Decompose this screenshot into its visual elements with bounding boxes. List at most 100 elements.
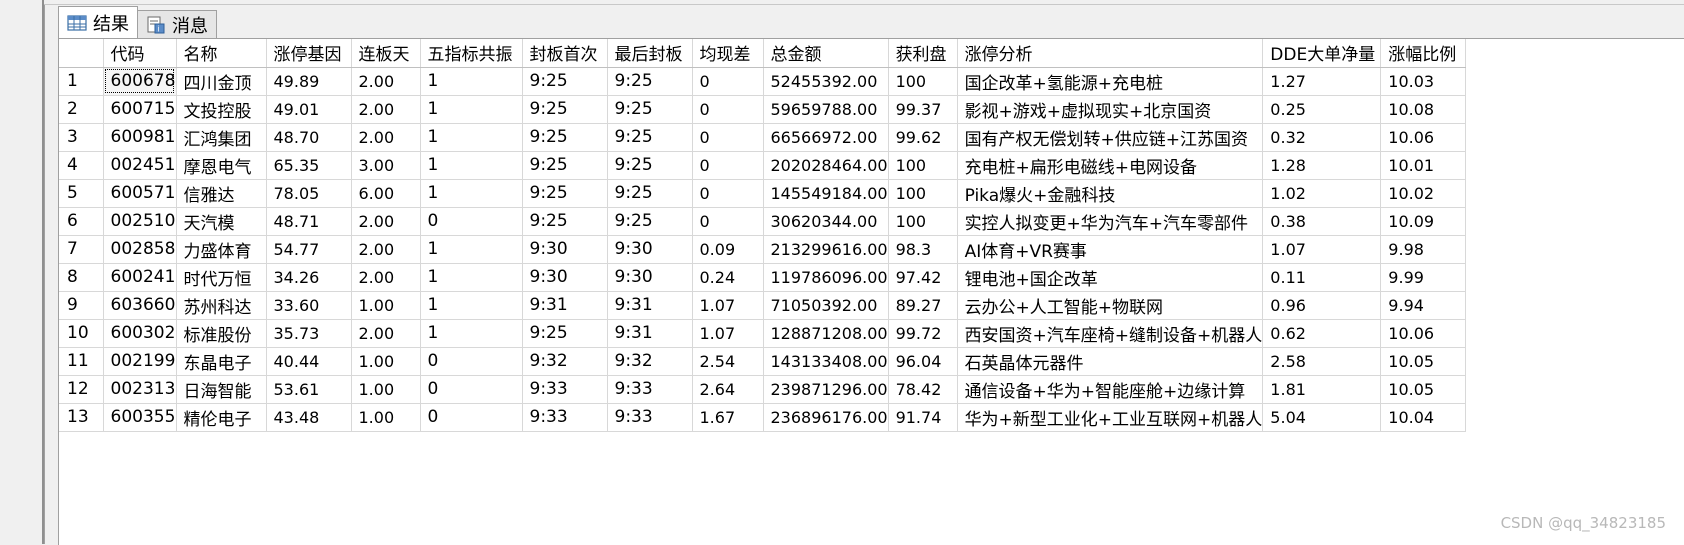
table-cell[interactable]: 52455392.00 xyxy=(763,67,889,96)
table-cell[interactable]: 锂电池+国企改革 xyxy=(957,263,1264,292)
table-cell[interactable]: 239871296.00 xyxy=(763,375,889,404)
table-cell[interactable]: 0 xyxy=(420,347,523,376)
table-cell[interactable]: 9:32 xyxy=(607,347,693,376)
table-row[interactable]: 13 600355 精伦电子 43.48 1.00 0 9:33 9:33 1.67 236896… xyxy=(59,403,1467,432)
table-cell[interactable]: 10.01 xyxy=(1380,151,1467,180)
table-cell[interactable]: 9:30 xyxy=(607,263,693,292)
table-cell[interactable]: 34.26 xyxy=(266,263,352,292)
table-cell[interactable]: 9:25 xyxy=(522,95,608,124)
table-cell[interactable]: 9:33 xyxy=(522,403,608,432)
column-header[interactable]: 代码 xyxy=(103,39,177,68)
table-cell[interactable]: 9:25 xyxy=(607,179,693,208)
table-cell[interactable]: 10.05 xyxy=(1380,375,1467,404)
table-cell[interactable]: 苏州科达 xyxy=(176,291,267,320)
table-cell[interactable]: 78.42 xyxy=(888,375,958,404)
table-cell[interactable]: 西安国资+汽车座椅+缝制设备+机器人 xyxy=(957,319,1264,348)
table-cell[interactable]: 1 xyxy=(420,151,523,180)
table-cell[interactable]: 1 xyxy=(420,67,523,96)
tab-results[interactable]: 结果 xyxy=(58,6,138,38)
table-cell[interactable]: 89.27 xyxy=(888,291,958,320)
table-cell[interactable]: 78.05 xyxy=(266,179,352,208)
table-cell[interactable]: 600355 xyxy=(103,403,177,432)
table-cell[interactable]: 信雅达 xyxy=(176,179,267,208)
table-cell[interactable]: 2.00 xyxy=(351,263,421,292)
row-number-cell[interactable]: 5 xyxy=(59,179,104,208)
table-cell[interactable]: 0 xyxy=(692,207,764,236)
table-cell[interactable]: 10.02 xyxy=(1380,179,1467,208)
table-cell[interactable]: 1 xyxy=(420,235,523,264)
table-cell[interactable]: 59659788.00 xyxy=(763,95,889,124)
table-cell[interactable]: 2.00 xyxy=(351,123,421,152)
table-cell[interactable]: 1 xyxy=(420,263,523,292)
row-number-cell[interactable]: 3 xyxy=(59,123,104,152)
table-cell[interactable]: 40.44 xyxy=(266,347,352,376)
table-cell[interactable]: 天汽模 xyxy=(176,207,267,236)
table-cell[interactable]: 2.00 xyxy=(351,207,421,236)
row-number-cell[interactable]: 10 xyxy=(59,319,104,348)
column-header[interactable]: 涨停分析 xyxy=(957,39,1264,68)
table-cell[interactable]: 9:25 xyxy=(522,67,608,96)
column-header[interactable]: 总金额 xyxy=(763,39,889,68)
table-cell[interactable]: 9:33 xyxy=(607,375,693,404)
table-cell[interactable]: 1 xyxy=(420,291,523,320)
table-cell[interactable]: Pika爆火+金融科技 xyxy=(957,179,1264,208)
table-cell[interactable]: 通信设备+华为+智能座舱+边缘计算 xyxy=(957,375,1264,404)
table-cell[interactable]: 2.00 xyxy=(351,319,421,348)
table-cell[interactable]: 35.73 xyxy=(266,319,352,348)
table-cell[interactable]: 影视+游戏+虚拟现实+北京国资 xyxy=(957,95,1264,124)
table-cell[interactable]: 97.42 xyxy=(888,263,958,292)
table-cell[interactable]: 9:31 xyxy=(607,319,693,348)
table-cell[interactable]: 145549184.00 xyxy=(763,179,889,208)
table-cell[interactable]: 0.09 xyxy=(692,235,764,264)
table-cell[interactable]: 10.06 xyxy=(1380,123,1467,152)
table-cell[interactable]: 100 xyxy=(888,67,958,96)
table-cell[interactable]: 9:25 xyxy=(607,207,693,236)
table-cell[interactable]: 文投控股 xyxy=(176,95,267,124)
column-header[interactable]: DDE大单净量 xyxy=(1262,39,1382,68)
row-number-cell[interactable]: 12 xyxy=(59,375,104,404)
table-cell[interactable]: 600678 xyxy=(103,67,177,96)
table-cell[interactable]: 云办公+人工智能+物联网 xyxy=(957,291,1264,320)
row-number-cell[interactable]: 13 xyxy=(59,403,104,432)
table-cell[interactable]: 1.07 xyxy=(692,291,764,320)
row-number-cell[interactable]: 1 xyxy=(59,67,104,96)
table-cell[interactable]: 143133408.00 xyxy=(763,347,889,376)
column-header[interactable]: 涨停基因 xyxy=(266,39,352,68)
table-cell[interactable]: 5.04 xyxy=(1262,403,1382,432)
table-row[interactable]: 8 600241 时代万恒 34.26 2.00 1 9:30 9:30 0.24 1197860… xyxy=(59,263,1467,292)
table-cell[interactable]: 9.94 xyxy=(1380,291,1467,320)
table-cell[interactable]: 0 xyxy=(692,95,764,124)
table-cell[interactable]: 99.37 xyxy=(888,95,958,124)
table-cell[interactable]: 10.09 xyxy=(1380,207,1467,236)
table-cell[interactable]: 98.3 xyxy=(888,235,958,264)
row-number-cell[interactable]: 8 xyxy=(59,263,104,292)
row-number-cell[interactable]: 7 xyxy=(59,235,104,264)
column-header[interactable]: 名称 xyxy=(176,39,267,68)
table-cell[interactable]: 99.62 xyxy=(888,123,958,152)
table-cell[interactable]: 600241 xyxy=(103,263,177,292)
table-row[interactable]: 11 002199 东晶电子 40.44 1.00 0 9:32 9:32 2.54 143133… xyxy=(59,347,1467,376)
table-cell[interactable]: 0 xyxy=(692,179,764,208)
column-header[interactable]: 均现差 xyxy=(692,39,764,68)
table-cell[interactable]: 33.60 xyxy=(266,291,352,320)
column-header[interactable]: 五指标共振 xyxy=(420,39,523,68)
table-cell[interactable]: 1.00 xyxy=(351,347,421,376)
table-row[interactable]: 9 603660 苏州科达 33.60 1.00 1 9:31 9:31 1.07 7105039… xyxy=(59,291,1467,320)
table-cell[interactable]: 1.00 xyxy=(351,375,421,404)
table-cell[interactable]: 9:25 xyxy=(522,319,608,348)
table-cell[interactable]: AI体育+VR赛事 xyxy=(957,235,1264,264)
table-cell[interactable]: 603660 xyxy=(103,291,177,320)
table-cell[interactable]: 9:25 xyxy=(522,207,608,236)
table-cell[interactable]: 91.74 xyxy=(888,403,958,432)
table-cell[interactable]: 202028464.00 xyxy=(763,151,889,180)
table-cell[interactable]: 002858 xyxy=(103,235,177,264)
row-number-cell[interactable]: 11 xyxy=(59,347,104,376)
table-cell[interactable]: 99.72 xyxy=(888,319,958,348)
table-cell[interactable]: 213299616.00 xyxy=(763,235,889,264)
table-cell[interactable]: 0 xyxy=(420,403,523,432)
table-cell[interactable]: 国有产权无偿划转+供应链+江苏国资 xyxy=(957,123,1264,152)
table-cell[interactable]: 充电桩+扁形电磁线+电网设备 xyxy=(957,151,1264,180)
table-cell[interactable]: 1.81 xyxy=(1262,375,1382,404)
table-cell[interactable]: 0.62 xyxy=(1262,319,1382,348)
table-cell[interactable]: 128871208.00 xyxy=(763,319,889,348)
